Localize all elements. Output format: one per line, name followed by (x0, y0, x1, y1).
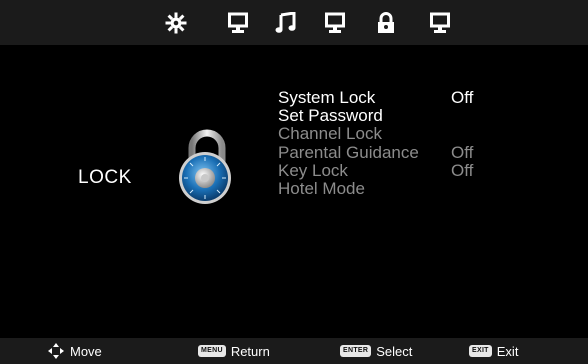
tv-osd-screen: LOCK System Lock Off Set Password Channe… (0, 0, 588, 364)
monitor-icon[interactable] (430, 12, 450, 34)
menu-value-system-lock: Off (451, 88, 474, 107)
key-hint-bar: Move MENU Return ENTER Select EXIT Exit (0, 338, 588, 364)
section-title: LOCK (78, 167, 132, 188)
enter-key-icon: ENTER (340, 345, 372, 357)
exit-hint: EXIT Exit (469, 338, 518, 364)
menu-item-hotel-mode[interactable]: Hotel Mode (278, 180, 365, 198)
exit-hint-label: Exit (496, 343, 519, 359)
return-hint: MENU Return (198, 338, 270, 364)
exit-key-icon: EXIT (469, 345, 492, 357)
menu-item-key-lock[interactable]: Key Lock (278, 162, 348, 180)
select-hint-label: Select (376, 343, 413, 359)
monitor-icon[interactable] (228, 12, 248, 34)
menu-item-set-password[interactable]: Set Password (278, 107, 383, 125)
menu-item-system-lock[interactable]: System Lock (278, 89, 375, 107)
menu-value-parental-guidance: Off (451, 143, 474, 162)
gear-icon[interactable] (165, 12, 187, 34)
combination-lock-icon (179, 129, 231, 204)
menu-item-channel-lock[interactable]: Channel Lock (278, 125, 382, 143)
menu-key-icon: MENU (198, 345, 226, 357)
return-hint-label: Return (230, 343, 270, 359)
select-hint: ENTER Select (340, 338, 412, 364)
menu-item-parental-guidance[interactable]: Parental Guidance (278, 144, 419, 162)
menu-tab-bar (0, 0, 588, 45)
move-hint: Move (48, 338, 102, 364)
menu-value-key-lock: Off (451, 161, 474, 180)
padlock-icon[interactable] (376, 12, 396, 34)
move-hint-label: Move (70, 343, 102, 359)
music-note-icon[interactable] (275, 12, 297, 34)
monitor-icon[interactable] (325, 12, 345, 34)
four-way-arrow-icon (48, 343, 64, 359)
